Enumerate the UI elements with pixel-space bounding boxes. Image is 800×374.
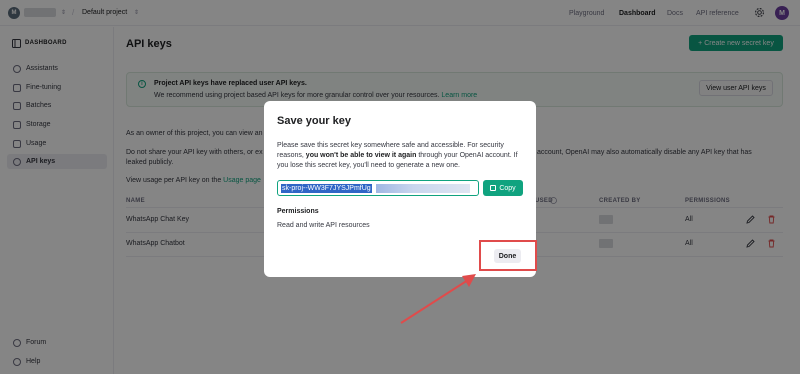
copy-button-label: Copy [499,184,516,192]
secret-key-field[interactable]: sk-proj--WW3F7JYSJPmfUg [277,180,479,196]
permissions-label: Permissions [277,208,319,215]
copy-button[interactable]: Copy [483,180,523,196]
secret-key-redacted [376,184,470,193]
permissions-value: Read and write API resources [277,222,370,229]
copy-icon [490,185,497,191]
dialog-description: Please save this secret key somewhere sa… [277,141,527,171]
annotation-highlight-box [479,240,537,271]
secret-key-value[interactable]: sk-proj--WW3F7JYSJPmfUg [281,184,372,193]
dialog-text-bold: you won't be able to view it again [305,152,417,159]
dialog-title: Save your key [277,115,351,127]
